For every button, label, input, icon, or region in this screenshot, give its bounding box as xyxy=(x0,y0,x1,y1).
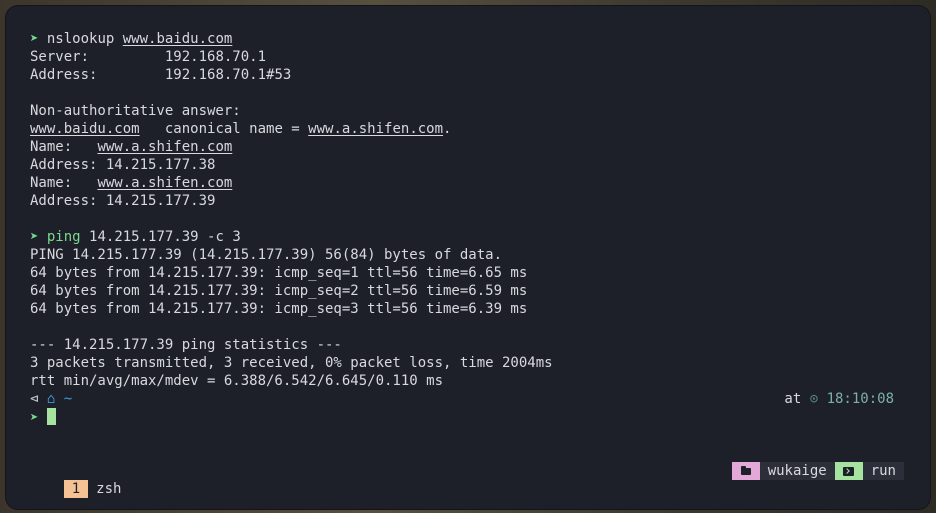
output-line-reply-3: 64 bytes from 14.215.177.39: icmp_seq=3 … xyxy=(30,301,528,317)
output-line-reply-2: 64 bytes from 14.215.177.39: icmp_seq=2 … xyxy=(30,283,528,299)
output-line-canonical: www.baidu.com canonical name = www.a.shi… xyxy=(30,121,452,137)
right-prompt-at: at xyxy=(784,391,802,407)
output-line-name-1: Name: www.a.shifen.com xyxy=(30,139,233,155)
link-name-2[interactable]: www.a.shifen.com xyxy=(97,175,232,191)
run-label: run xyxy=(862,462,904,480)
back-arrow-icon: ⊲ xyxy=(30,391,39,407)
output-line-address: Address: 192.168.70.1#53 xyxy=(30,67,292,83)
terminal-window[interactable]: ➤ nslookup www.baidu.com Server: 192.168… xyxy=(6,6,930,509)
window-index[interactable]: 1 xyxy=(63,480,89,498)
status-right: wukaige run xyxy=(731,462,904,480)
prompt-symbol: ➤ xyxy=(30,410,39,426)
command-argument: 14.215.177.39 -c 3 xyxy=(89,229,241,245)
clock-icon: ⊙ xyxy=(809,391,819,407)
input-line[interactable]: ➤ xyxy=(30,408,906,426)
cwd-path: ~ xyxy=(63,391,73,407)
output-line-rtt: rtt min/avg/max/mdev = 6.388/6.542/6.645… xyxy=(30,373,444,389)
command-name: ping xyxy=(46,229,81,245)
prompt-symbol: ➤ xyxy=(30,229,39,245)
tmux-status-bar: 1 zsh wukaige run xyxy=(30,462,904,498)
session-user: wukaige xyxy=(759,462,835,480)
right-prompt: at ⊙ 18:10:08 xyxy=(784,390,894,408)
link-name-1[interactable]: www.a.shifen.com xyxy=(97,139,232,155)
output-line-server: Server: 192.168.70.1 xyxy=(30,49,267,65)
home-icon: ⌂ xyxy=(46,391,56,407)
output-line-address-1: Address: 14.215.177.38 xyxy=(30,157,216,173)
link-alias-host[interactable]: www.baidu.com xyxy=(30,121,140,137)
folder-icon xyxy=(731,462,760,480)
output-line-ping-header: PING 14.215.177.39 (14.215.177.39) 56(84… xyxy=(30,247,503,263)
prompt-status-line: ⊲ ⌂ ~ xyxy=(30,390,906,408)
output-line-stats: 3 packets transmitted, 3 received, 0% pa… xyxy=(30,355,553,371)
output-line-stats-header: --- 14.215.177.39 ping statistics --- xyxy=(30,337,342,353)
prompt-time: 18:10:08 xyxy=(826,391,894,407)
command-argument[interactable]: www.baidu.com xyxy=(123,31,233,47)
link-canonical-host[interactable]: www.a.shifen.com xyxy=(308,121,443,137)
window-name[interactable]: zsh xyxy=(96,481,121,497)
prompt-symbol: ➤ xyxy=(30,31,39,47)
command-line-ping: ➤ ping 14.215.177.39 -c 3 xyxy=(30,228,906,246)
output-line-address-2: Address: 14.215.177.39 xyxy=(30,193,216,209)
output-line-reply-1: 64 bytes from 14.215.177.39: icmp_seq=1 … xyxy=(30,265,528,281)
output-line-non-authoritative: Non-authoritative answer: xyxy=(30,103,241,119)
command-line-nslookup: ➤ nslookup www.baidu.com xyxy=(30,30,906,48)
terminal-icon xyxy=(834,462,863,480)
text-cursor[interactable] xyxy=(46,408,56,425)
command-name: nslookup xyxy=(46,31,115,47)
output-line-name-2: Name: www.a.shifen.com xyxy=(30,175,233,191)
terminal-output: ➤ nslookup www.baidu.com Server: 192.168… xyxy=(30,30,906,426)
